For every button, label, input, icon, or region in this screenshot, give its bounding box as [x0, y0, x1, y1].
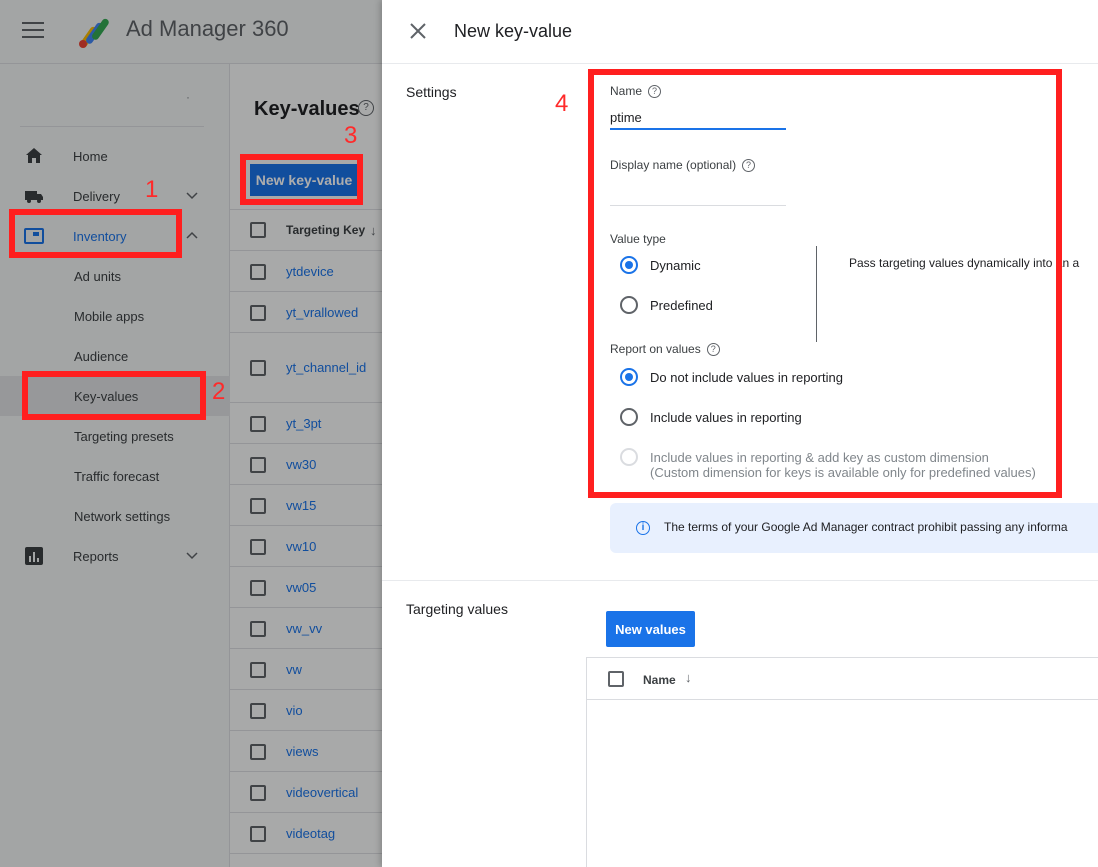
- select-all-checkbox[interactable]: [608, 671, 624, 687]
- settings-section-label: Settings: [406, 84, 457, 100]
- callout-box-settings: [588, 69, 1062, 498]
- table-header: Name ↓: [587, 658, 1098, 700]
- callout-number: 1: [145, 176, 159, 203]
- callout-number: 2: [212, 378, 226, 405]
- targeting-values-table: Name ↓: [586, 657, 1098, 867]
- callout-number: 4: [555, 90, 569, 117]
- sort-arrow-icon[interactable]: ↓: [685, 670, 692, 685]
- info-icon: i: [636, 521, 650, 535]
- modal-overlay[interactable]: [0, 0, 382, 867]
- targeting-values-label: Targeting values: [406, 601, 508, 617]
- callout-number: 3: [344, 122, 358, 149]
- callout-box-inventory: [9, 209, 182, 258]
- callout-box-new-key-value: [240, 154, 363, 205]
- divider: [382, 580, 1098, 581]
- close-icon[interactable]: [408, 21, 428, 41]
- info-banner: i The terms of your Google Ad Manager co…: [610, 503, 1098, 553]
- new-values-button[interactable]: New values: [606, 611, 695, 647]
- callout-box-key-values: [22, 371, 206, 420]
- panel-title: New key-value: [454, 21, 573, 41]
- column-header-name[interactable]: Name: [643, 673, 676, 687]
- info-text: The terms of your Google Ad Manager cont…: [664, 520, 1068, 534]
- panel-header: New key-value: [382, 0, 1098, 64]
